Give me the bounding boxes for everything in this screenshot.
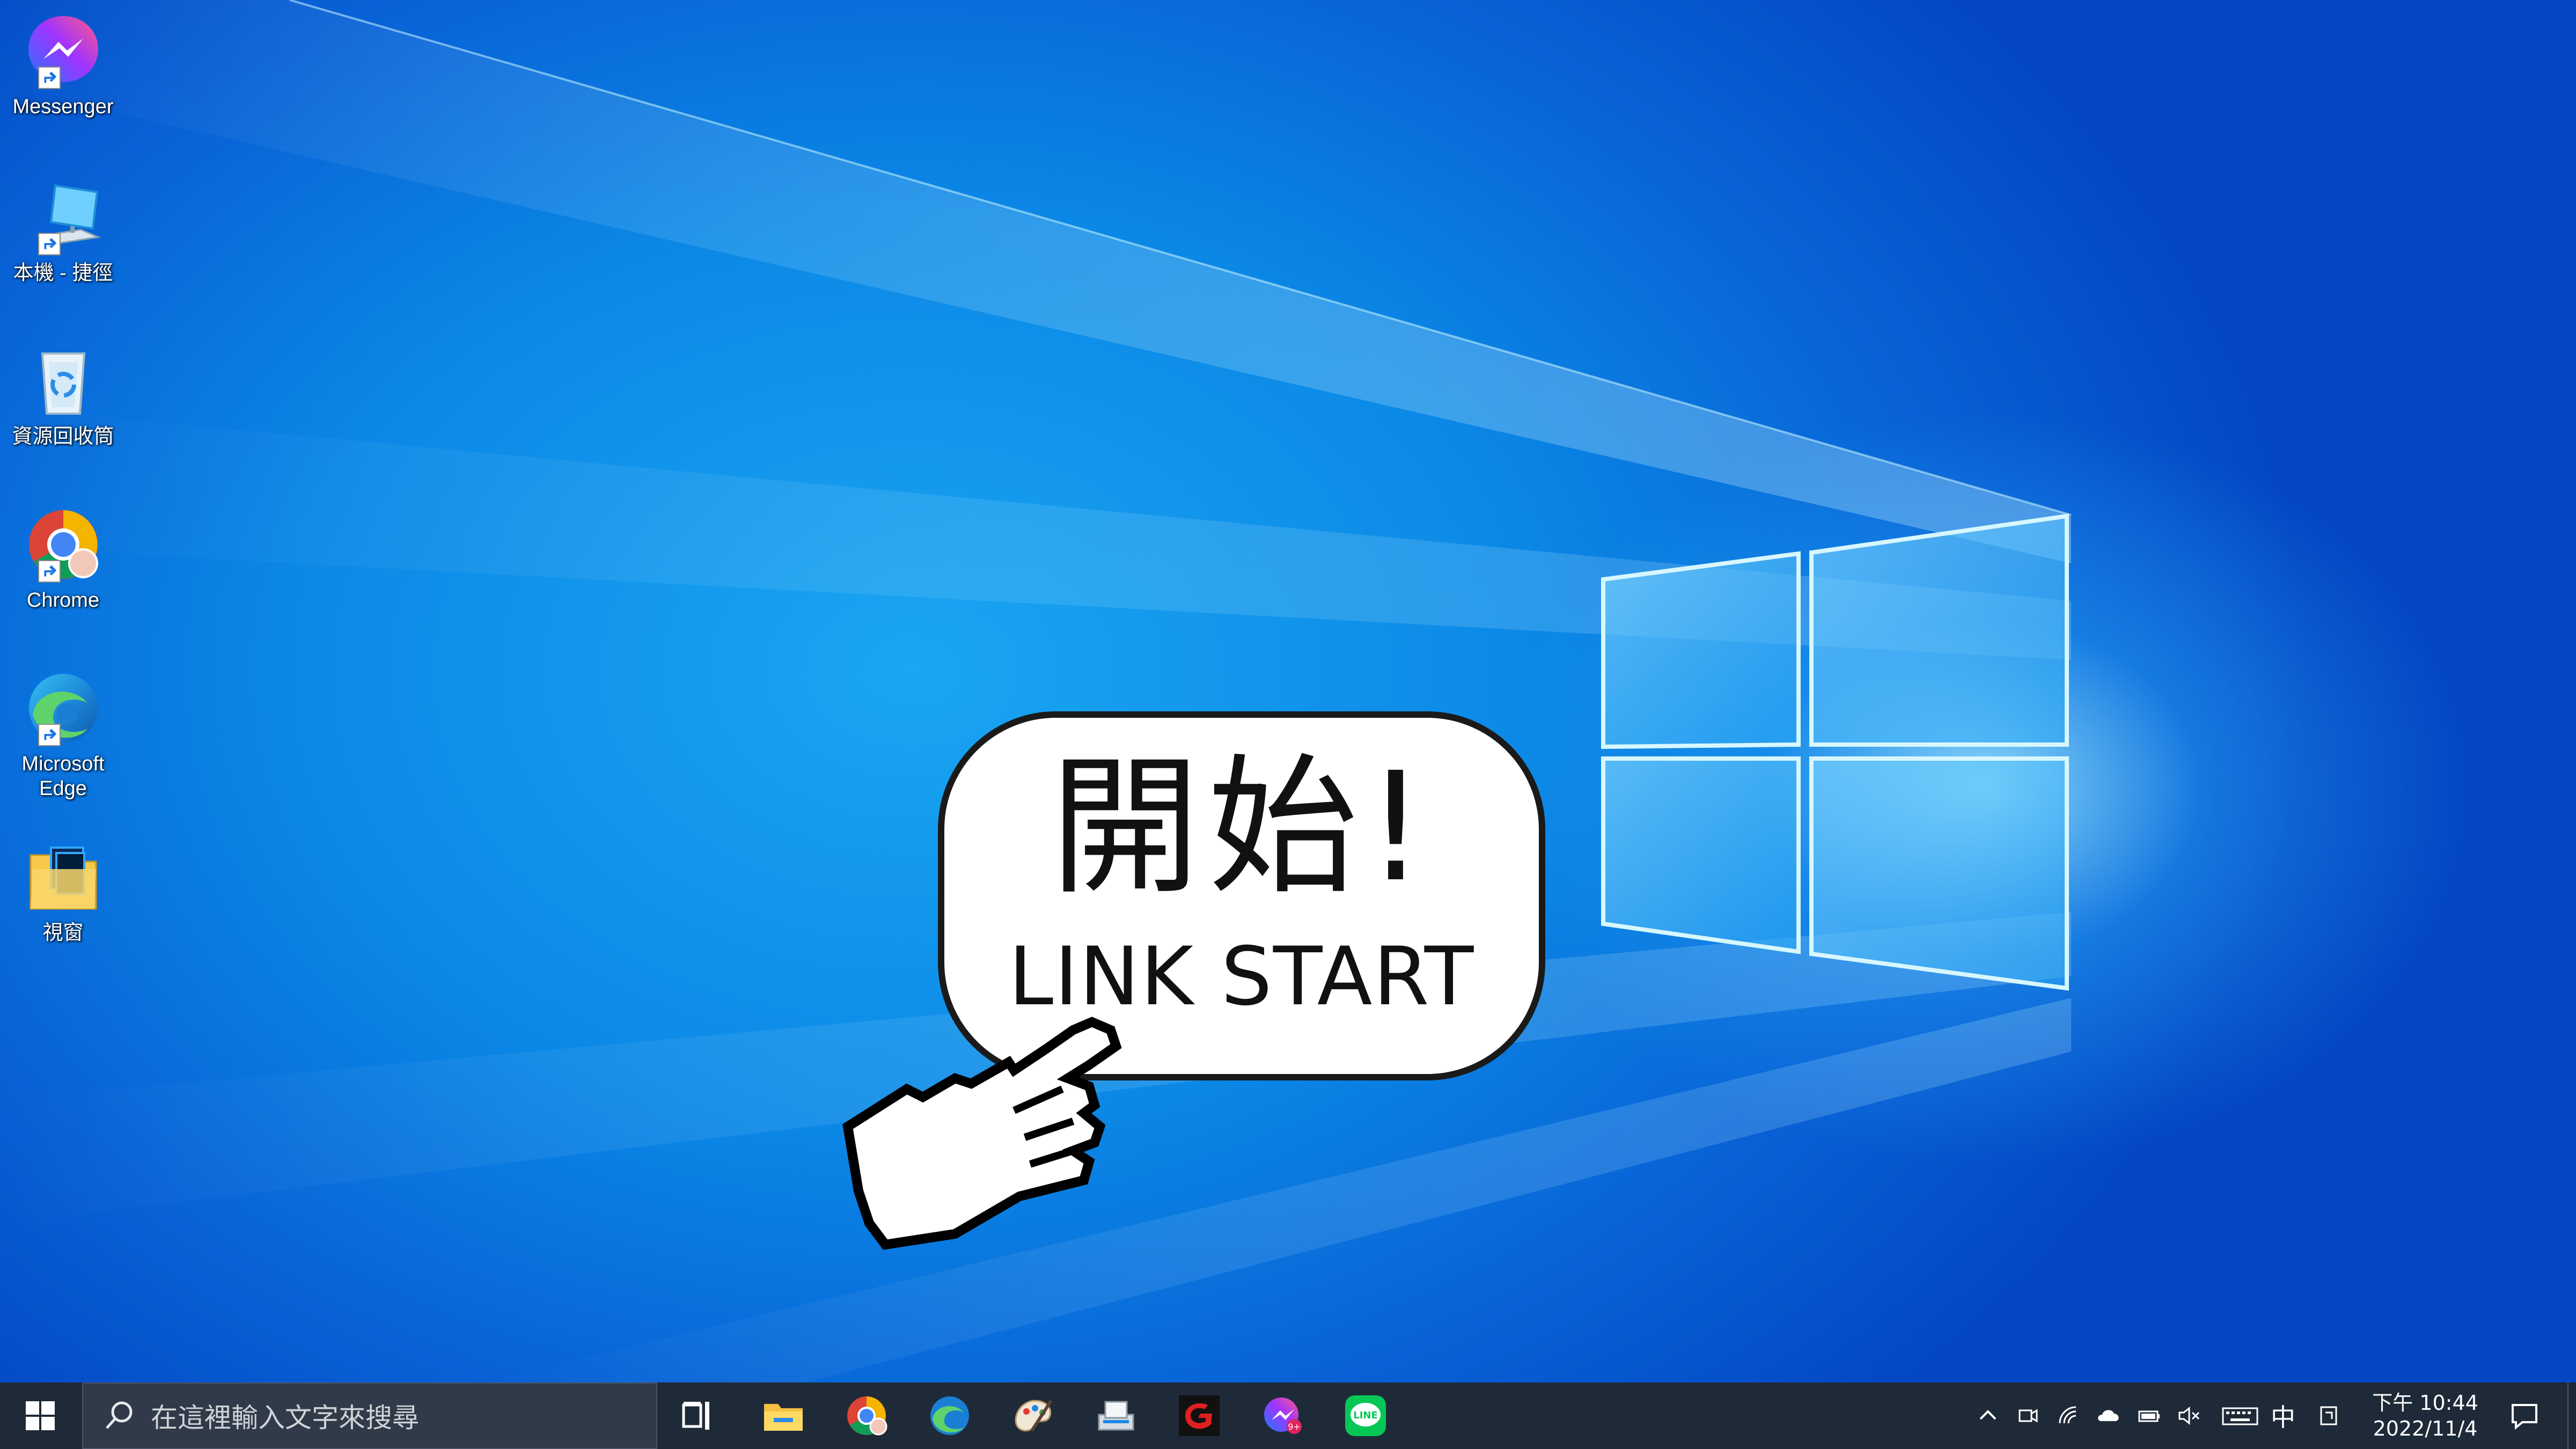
half-width-mode-icon (2320, 1406, 2337, 1425)
garena-icon (1179, 1395, 1220, 1436)
search-placeholder: 在這裡輸入文字來搜尋 (151, 1402, 419, 1433)
taskbar-search-box[interactable]: 在這裡輸入文字來搜尋 (82, 1382, 657, 1449)
shortcut-arrow-icon (38, 560, 61, 583)
svg-text:9+: 9+ (1288, 1422, 1301, 1432)
windows-logo-wallpaper (1601, 513, 2069, 991)
tray-overflow-button[interactable] (1969, 1382, 2007, 1449)
pointing-hand-cursor-icon (842, 1017, 1122, 1250)
file-explorer-icon (764, 1404, 803, 1431)
desktop-icon-recycle-bin[interactable]: 資源回收筒 (5, 341, 121, 449)
desktop-icon-label: 本機 - 捷徑 (13, 262, 113, 284)
taskbar: 在這裡輸入文字來搜尋 9+ LINE 中 下午 10:44 2022/11/4 (0, 1382, 2576, 1449)
battery-icon (2138, 1410, 2160, 1422)
tray-onedrive[interactable] (2090, 1382, 2127, 1449)
chevron-up-icon (1979, 1410, 1997, 1420)
chrome-icon (847, 1396, 887, 1436)
desktop-icon-chrome[interactable]: Chrome (5, 504, 121, 613)
taskbar-chrome[interactable] (826, 1382, 907, 1449)
shortcut-arrow-icon (38, 67, 61, 89)
show-desktop-button[interactable] (2567, 1382, 2576, 1449)
clock-time: 下午 10:44 (2372, 1391, 2478, 1415)
bubble-title: 開始! (1050, 740, 1434, 915)
edge-icon (23, 668, 104, 748)
desktop-icon-folder[interactable]: 視窗 (5, 837, 121, 945)
scanner-icon (1098, 1401, 1134, 1431)
line-icon: LINE (1345, 1395, 1386, 1436)
taskbar-garena[interactable] (1159, 1382, 1239, 1449)
folder-icon (23, 837, 104, 917)
shortcut-arrow-icon (38, 233, 61, 255)
search-icon (106, 1401, 133, 1429)
task-view-icon (682, 1402, 709, 1430)
taskbar-file-explorer[interactable] (743, 1382, 824, 1449)
ime-indicator[interactable]: 中 (2264, 1382, 2302, 1449)
tray-meet-now[interactable] (2009, 1382, 2047, 1449)
desktop-icon-messenger[interactable]: Messenger (5, 11, 121, 119)
edge-icon (930, 1396, 969, 1435)
start-button[interactable] (0, 1382, 80, 1449)
taskbar-paint[interactable] (993, 1382, 1073, 1449)
tray-touch-keyboard[interactable] (2216, 1382, 2264, 1449)
tray-battery[interactable] (2130, 1382, 2168, 1449)
keyboard-icon (2222, 1407, 2258, 1425)
messenger-icon (23, 11, 104, 91)
tray-network[interactable] (2050, 1382, 2087, 1449)
paint-icon (1015, 1400, 1053, 1432)
wifi-icon (2059, 1406, 2076, 1424)
taskbar-messenger[interactable]: 9+ (1242, 1382, 1323, 1449)
camera-icon (2019, 1409, 2038, 1423)
notification-icon (2512, 1404, 2537, 1430)
taskbar-line[interactable]: LINE (1325, 1382, 1406, 1449)
recycle-bin-icon (23, 341, 104, 421)
taskbar-task-view[interactable] (657, 1382, 738, 1449)
desktop-icon-label: 資源回收筒 (12, 425, 114, 448)
desktop[interactable]: Messenger 本機 - 捷徑 資源回收筒 Chrome Microsoft… (0, 0, 2576, 1382)
svg-text:LINE: LINE (1353, 1410, 1378, 1421)
desktop-icon-this-pc[interactable]: 本機 - 捷徑 (5, 177, 121, 285)
tray-volume[interactable] (2170, 1382, 2208, 1449)
action-center-button[interactable] (2495, 1382, 2554, 1449)
taskbar-clock[interactable]: 下午 10:44 2022/11/4 (2361, 1390, 2490, 1444)
this-pc-icon (23, 177, 104, 258)
windows-start-icon (26, 1401, 55, 1430)
desktop-icon-label: Microsoft Edge (21, 753, 105, 800)
messenger-icon: 9+ (1264, 1397, 1302, 1434)
desktop-icon-label: Messenger (12, 95, 114, 118)
chrome-icon (23, 504, 104, 585)
desktop-icon-edge[interactable]: Microsoft Edge (5, 668, 121, 801)
cloud-icon (2098, 1410, 2119, 1421)
desktop-icon-label: 視窗 (42, 922, 84, 944)
taskbar-edge[interactable] (909, 1382, 990, 1449)
taskbar-scanner[interactable] (1076, 1382, 1156, 1449)
volume-muted-icon (2178, 1406, 2200, 1425)
shortcut-arrow-icon (38, 724, 61, 746)
desktop-icon-label: Chrome (26, 589, 100, 612)
clock-date: 2022/11/4 (2373, 1417, 2478, 1440)
tray-ime-mode[interactable] (2310, 1382, 2347, 1449)
